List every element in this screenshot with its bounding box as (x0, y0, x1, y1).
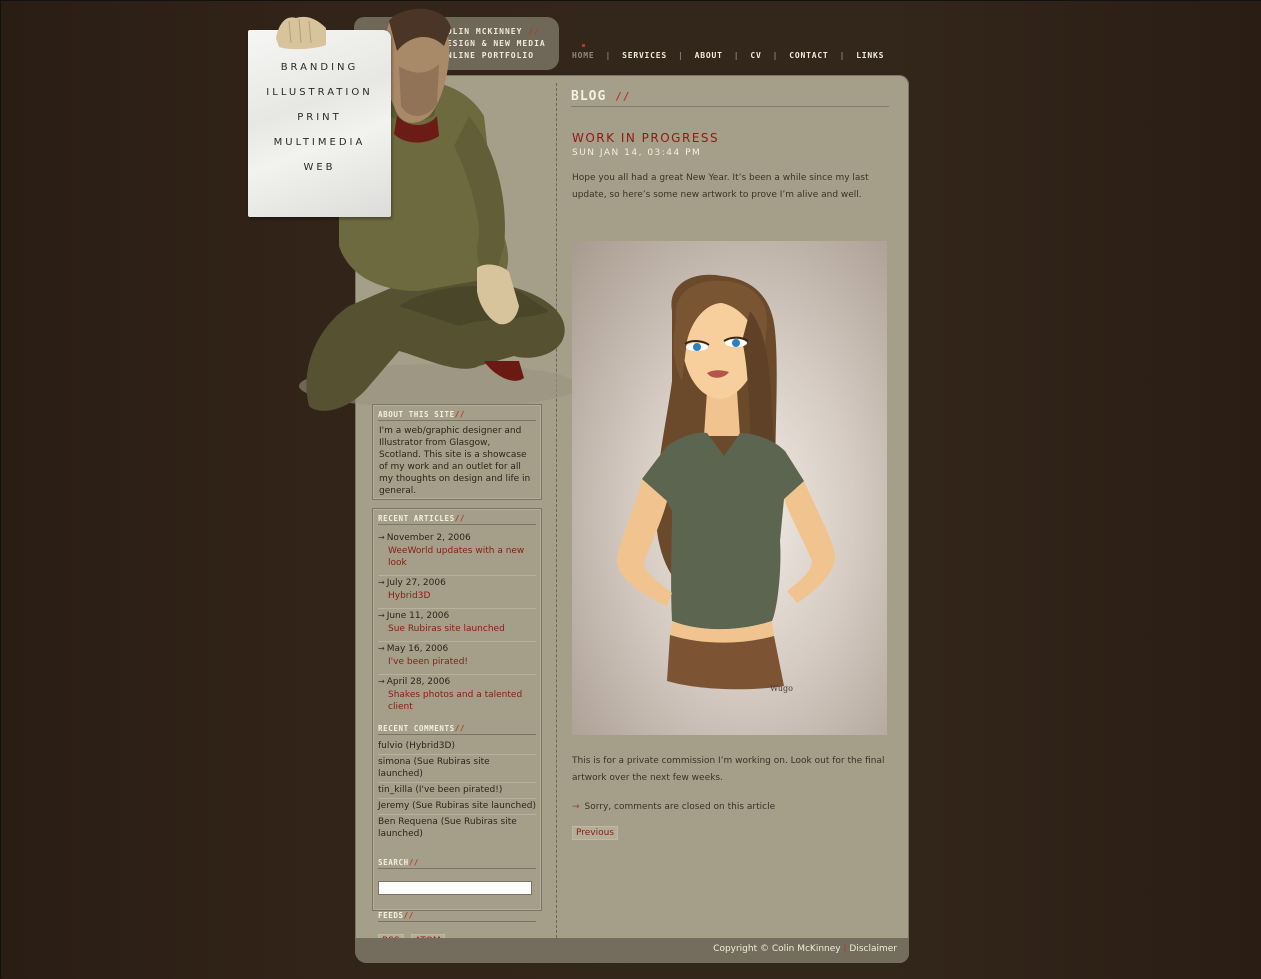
hand-holding-paper (276, 16, 326, 50)
article-date-text: November 2, 2006 (386, 533, 471, 543)
recent-comments-heading: RECENT COMMENTS// (378, 724, 536, 735)
article-link[interactable]: Hybrid3D (388, 590, 536, 602)
nav-separator: | (733, 50, 740, 60)
post-date: SUN JAN 14, 03:44 PM (572, 148, 702, 158)
article-date: → April 28, 2006 (378, 674, 536, 689)
nav-separator: | (678, 50, 684, 60)
artist-signature: Wugo (770, 684, 793, 693)
recent-comments-heading-text: RECENT COMMENTS (378, 724, 455, 733)
comments-list: fulvio (Hybrid3D) simona (Sue Rubiras si… (373, 739, 541, 842)
menu-item-illustration[interactable]: ILLUSTRATION (248, 87, 391, 112)
comment-item[interactable]: simona (Sue Rubiras site launched) (378, 755, 536, 783)
article-date-text: June 11, 2006 (386, 611, 450, 621)
article-link[interactable]: I've been pirated! (388, 656, 536, 668)
comment-item[interactable]: Jeremy (Sue Rubiras site launched) (378, 799, 536, 815)
recent-articles-heading-text: RECENT ARTICLES (378, 514, 455, 523)
arrow-right-icon: → (378, 611, 385, 620)
nav-separator: | (605, 50, 612, 60)
arrow-right-icon: → (378, 644, 385, 653)
comment-item[interactable]: Ben Requena (Sue Rubiras site launched) (378, 815, 521, 842)
menu-item-branding[interactable]: BRANDING (248, 62, 391, 87)
nav-cv[interactable]: CV (750, 51, 761, 60)
slash-decoration: // (454, 514, 465, 523)
comment-item[interactable]: fulvio (Hybrid3D) (378, 739, 536, 755)
article-date: → November 2, 2006 (378, 531, 536, 545)
article-link[interactable]: WeeWorld updates with a new look (388, 545, 536, 569)
article-date-text: May 16, 2006 (386, 644, 449, 654)
search-heading-text: SEARCH (378, 858, 409, 867)
search-input[interactable] (378, 881, 532, 895)
slash-decoration: // (408, 858, 419, 867)
arrow-right-icon: → (378, 677, 385, 686)
recent-articles-heading: RECENT ARTICLES// (378, 514, 536, 525)
about-heading-text: ABOUT THIS SITE (378, 410, 455, 419)
slash-decoration: // (403, 911, 414, 920)
blog-heading: BLOG // (571, 89, 889, 107)
copyright-text: Copyright © Colin McKinney (713, 944, 841, 954)
slash-decoration: // (615, 90, 631, 103)
arrow-right-icon: → (572, 802, 580, 812)
services-paper: BRANDING ILLUSTRATION PRINT MULTIMEDIA W… (248, 30, 391, 217)
article-date: → June 11, 2006 (378, 608, 536, 623)
nav-about[interactable]: ABOUT (695, 51, 723, 60)
article-link[interactable]: Shakes photos and a talented client (388, 689, 523, 713)
footer-separator: | (843, 944, 847, 954)
nav-separator: | (772, 50, 779, 60)
arrow-right-icon: → (378, 578, 385, 587)
article-date-text: July 27, 2006 (386, 578, 446, 588)
comment-item[interactable]: tin_killa (I've been pirated!) (378, 783, 536, 799)
services-menu: BRANDING ILLUSTRATION PRINT MULTIMEDIA W… (248, 62, 391, 187)
blog-heading-text: BLOG (571, 89, 607, 104)
footer-bar: Copyright © Colin McKinney | Disclaimer (355, 938, 909, 963)
post-body-outro: This is for a private commission I’m wor… (572, 756, 885, 783)
post-artwork: Wugo (572, 241, 887, 735)
comments-closed-text: Sorry, comments are closed on this artic… (584, 802, 776, 812)
top-navigation: HOME | SERVICES | ABOUT | CV | CONTACT |… (572, 43, 912, 62)
footer-copyright: Copyright © Colin McKinney | Disclaimer (713, 944, 897, 954)
nav-contact[interactable]: CONTACT (789, 51, 828, 60)
about-text: I'm a web/graphic designer and Illustrat… (379, 426, 531, 496)
search-heading: SEARCH// (378, 858, 536, 869)
menu-item-print[interactable]: PRINT (248, 112, 391, 137)
slash-decoration: // (454, 724, 465, 733)
feeds-heading-text: FEEDS (378, 911, 404, 920)
comments-closed-notice: → Sorry, comments are closed on this arti… (572, 802, 775, 812)
menu-item-web[interactable]: WEB (248, 162, 391, 187)
post-body-intro: Hope you all had a great New Year. It’s … (572, 173, 869, 200)
slash-decoration: // (454, 410, 465, 419)
sidebar-lists-box: RECENT ARTICLES// → November 2, 2006 WeeW… (372, 508, 542, 948)
about-heading: ABOUT THIS SITE// (378, 410, 536, 421)
nav-services[interactable]: SERVICES (622, 51, 667, 60)
nav-home[interactable]: HOME (572, 43, 594, 60)
article-date: → May 16, 2006 (378, 641, 536, 656)
article-link[interactable]: Sue Rubiras site launched (388, 623, 536, 635)
nav-separator: | (839, 50, 846, 60)
about-box: ABOUT THIS SITE// I'm a web/graphic desi… (372, 404, 542, 500)
menu-item-multimedia[interactable]: MULTIMEDIA (248, 137, 391, 162)
article-date-text: April 28, 2006 (386, 677, 451, 687)
woman-illustration: Wugo (617, 274, 836, 693)
previous-post-button[interactable]: Previous (572, 826, 619, 840)
article-date: → July 27, 2006 (378, 575, 536, 590)
arrow-right-icon: → (378, 533, 385, 542)
feeds-heading: FEEDS// (378, 911, 536, 922)
disclaimer-link[interactable]: Disclaimer (849, 944, 897, 954)
nav-links[interactable]: LINKS (856, 51, 884, 60)
post-title[interactable]: WORK IN PROGRESS (572, 131, 719, 145)
